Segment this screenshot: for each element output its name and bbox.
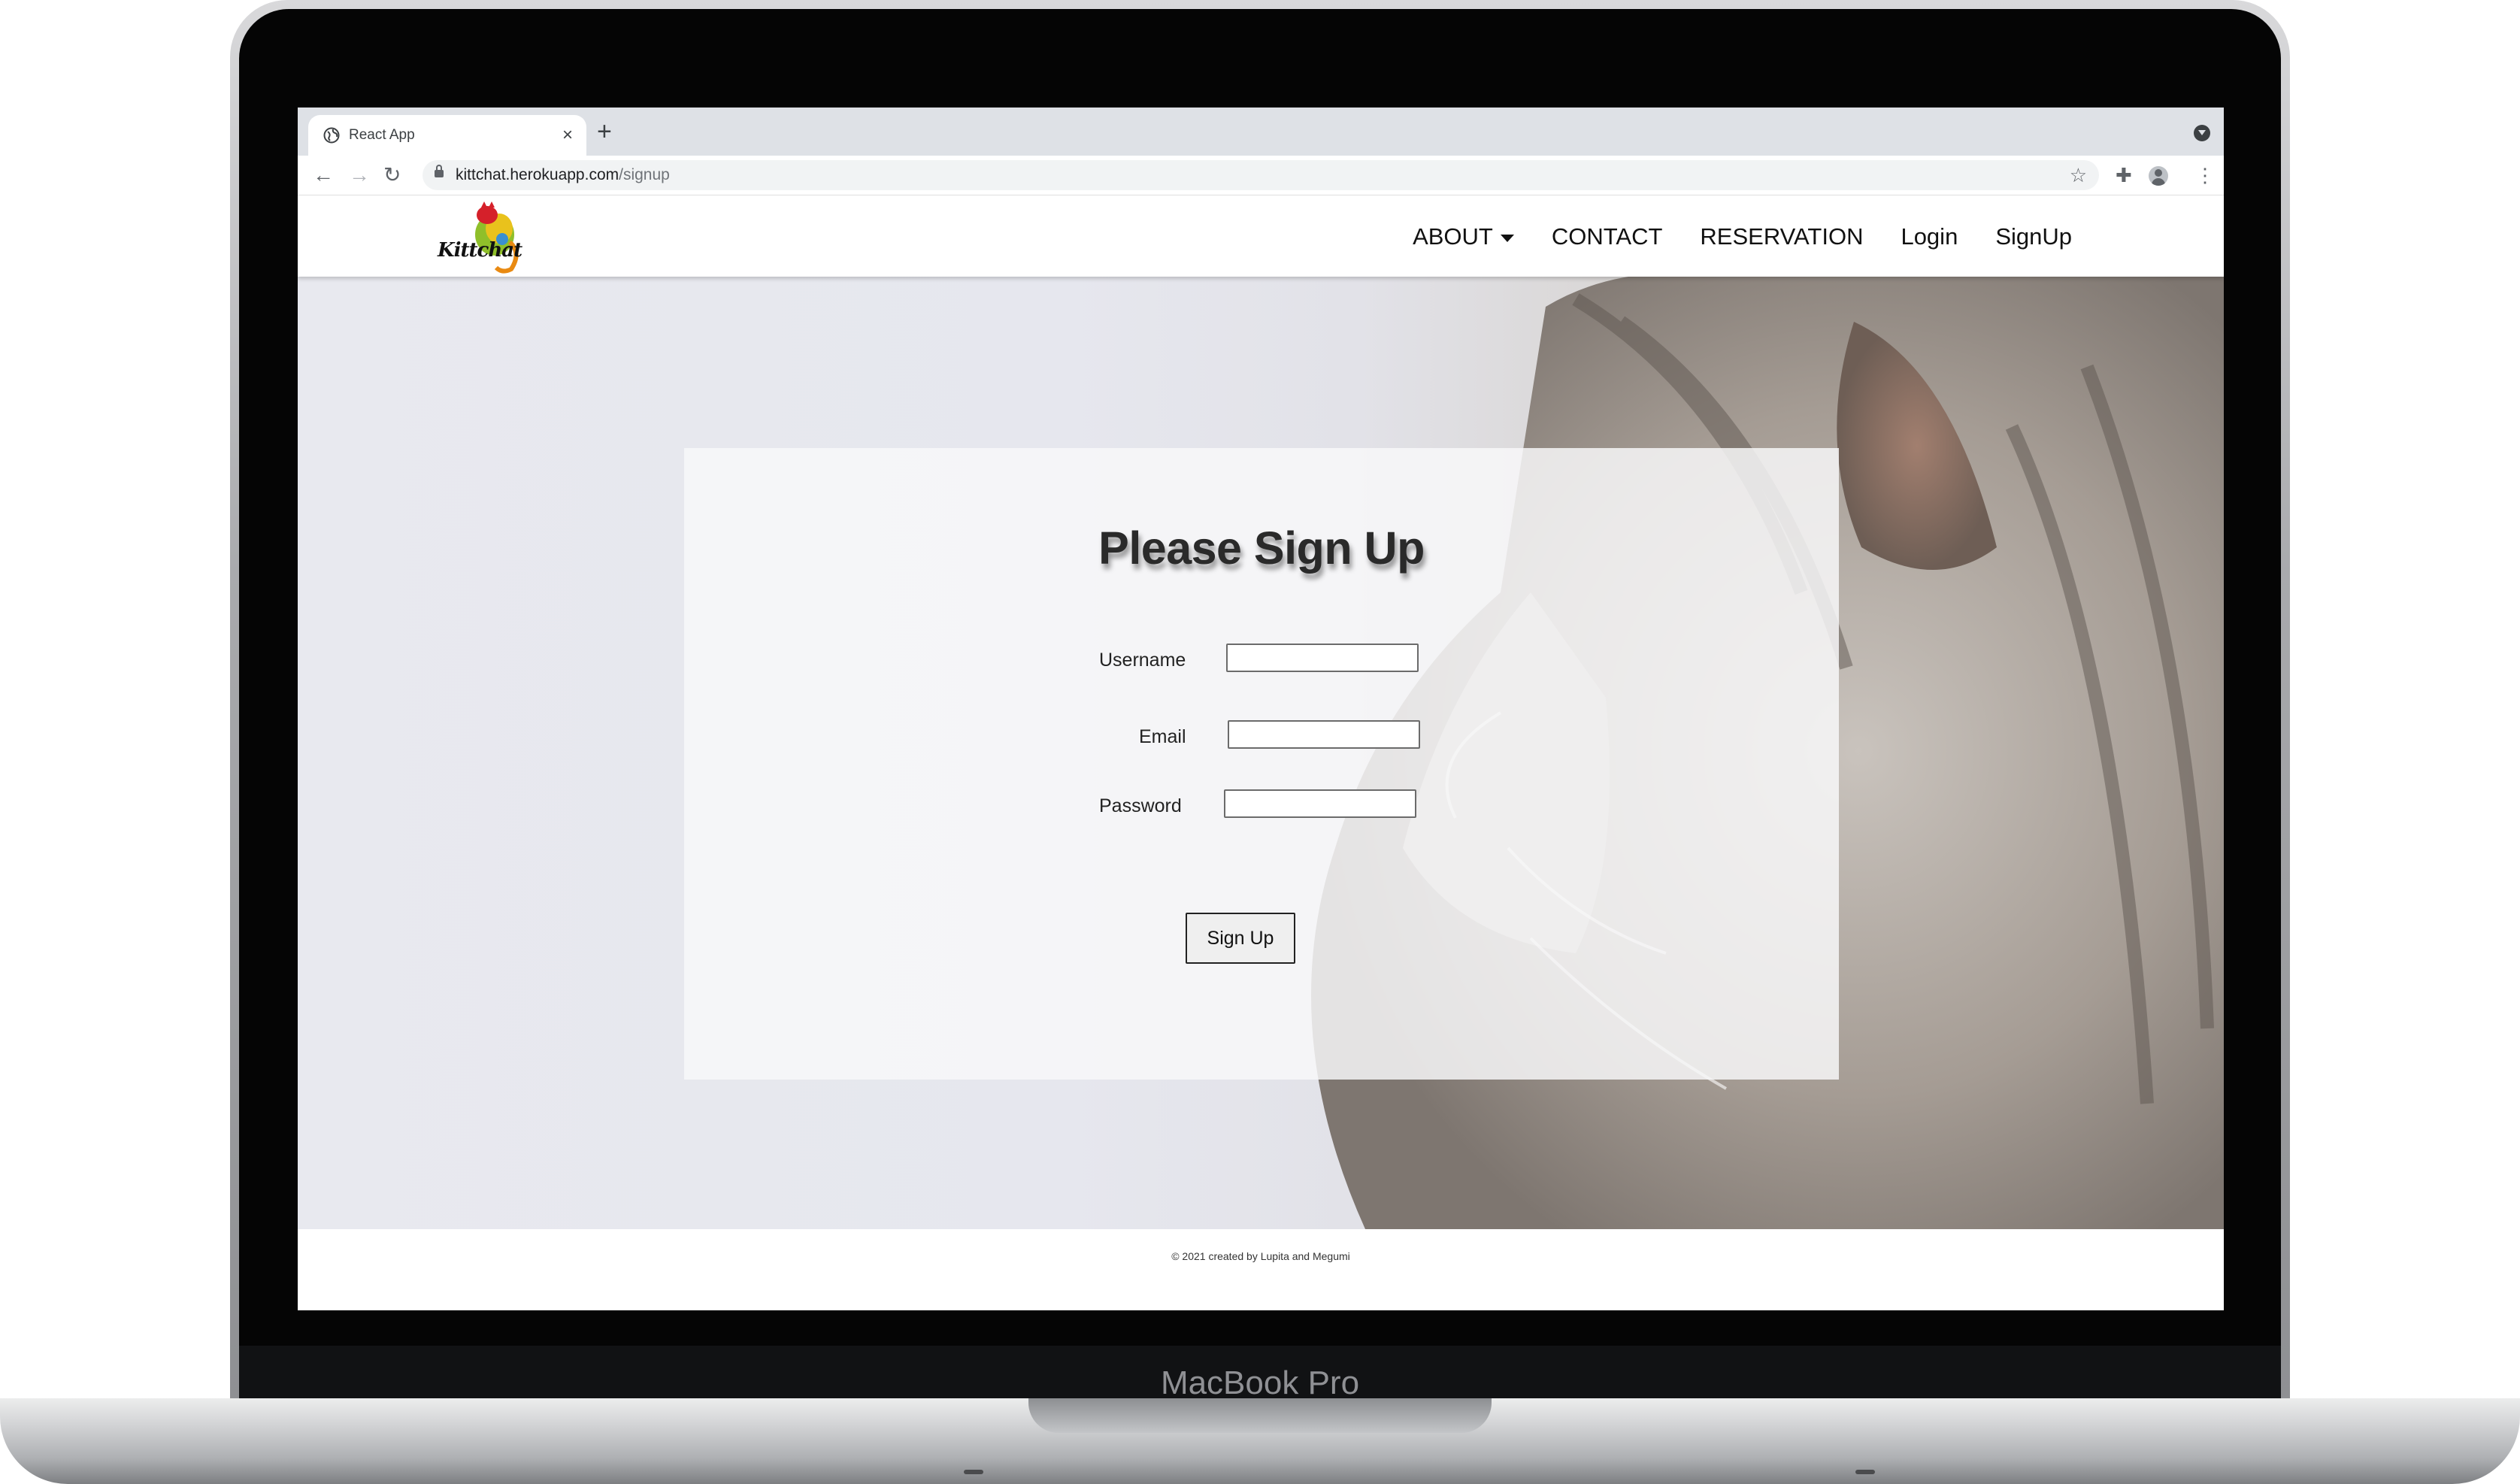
site-navbar: Kittchat ABOUT CONTACT RESERVATION Login… (298, 195, 2224, 277)
url-text: kittchat.herokuapp.com/signup (456, 165, 670, 186)
kittchat-logo[interactable]: Kittchat (438, 200, 526, 274)
laptop-notch (1028, 1398, 1492, 1433)
cat-logo-icon (475, 201, 519, 274)
nav-signup[interactable]: SignUp (1995, 221, 2072, 253)
signup-card: Please Sign Up Username Email Password S… (684, 448, 1839, 1080)
username-label: Username (1099, 650, 1186, 671)
globe-icon (323, 127, 340, 144)
new-tab-button[interactable]: + (597, 118, 612, 145)
profile-avatar-icon[interactable] (2149, 166, 2168, 186)
forward-icon[interactable]: → (349, 162, 370, 189)
site-nav-links: ABOUT CONTACT RESERVATION Login SignUp (1413, 221, 2072, 253)
browser-tab[interactable]: React App × (308, 115, 586, 156)
reload-icon[interactable]: ↻ (383, 162, 401, 189)
sign-up-button[interactable]: Sign Up (1186, 913, 1295, 964)
extensions-puzzle-icon[interactable]: ✚ (2116, 162, 2132, 189)
copyright-text: © 2021 created by Lupita and Megumi (1171, 1250, 1350, 1262)
signup-title: Please Sign Up (1098, 522, 1425, 574)
hero-background: Please Sign Up Username Email Password S… (298, 277, 2224, 1229)
email-input[interactable] (1228, 720, 1420, 749)
laptop-foot (1855, 1470, 1875, 1474)
caret-down-icon (1500, 234, 1514, 242)
web-page: Kittchat ABOUT CONTACT RESERVATION Login… (298, 195, 2224, 1310)
password-label: Password (1099, 795, 1182, 816)
kebab-menu-icon[interactable]: ⋮ (2195, 162, 2215, 189)
tab-search-icon[interactable] (2194, 125, 2210, 141)
nav-reservation[interactable]: RESERVATION (1700, 221, 1863, 253)
back-icon[interactable]: ← (313, 162, 334, 189)
close-tab-icon[interactable]: × (562, 124, 573, 147)
browser-toolbar: ← → ↻ kittchat.herokuapp.com/signup ☆ ✚ … (298, 156, 2224, 195)
url-host: kittchat.herokuapp.com (456, 166, 619, 183)
browser-tab-strip: React App × + (298, 108, 2224, 156)
password-input[interactable] (1224, 789, 1416, 818)
email-label: Email (1139, 726, 1186, 747)
logo-text: Kittchat (438, 239, 522, 262)
bookmark-star-icon[interactable]: ☆ (2070, 162, 2087, 189)
nav-about-dropdown[interactable]: ABOUT (1413, 221, 1514, 253)
address-bar[interactable]: kittchat.herokuapp.com/signup ☆ (423, 160, 2099, 190)
nav-contact[interactable]: CONTACT (1552, 221, 1663, 253)
tab-title: React App (349, 127, 415, 143)
nav-login[interactable]: Login (1901, 221, 1958, 253)
nav-about-label: ABOUT (1413, 223, 1493, 250)
url-path: /signup (619, 166, 670, 183)
site-footer: © 2021 created by Lupita and Megumi (298, 1229, 2224, 1310)
lock-icon (435, 165, 444, 177)
laptop-foot (964, 1470, 983, 1474)
username-input[interactable] (1226, 644, 1419, 672)
screen: React App × + ← → ↻ kittchat.herokuapp.c… (298, 108, 2224, 1310)
